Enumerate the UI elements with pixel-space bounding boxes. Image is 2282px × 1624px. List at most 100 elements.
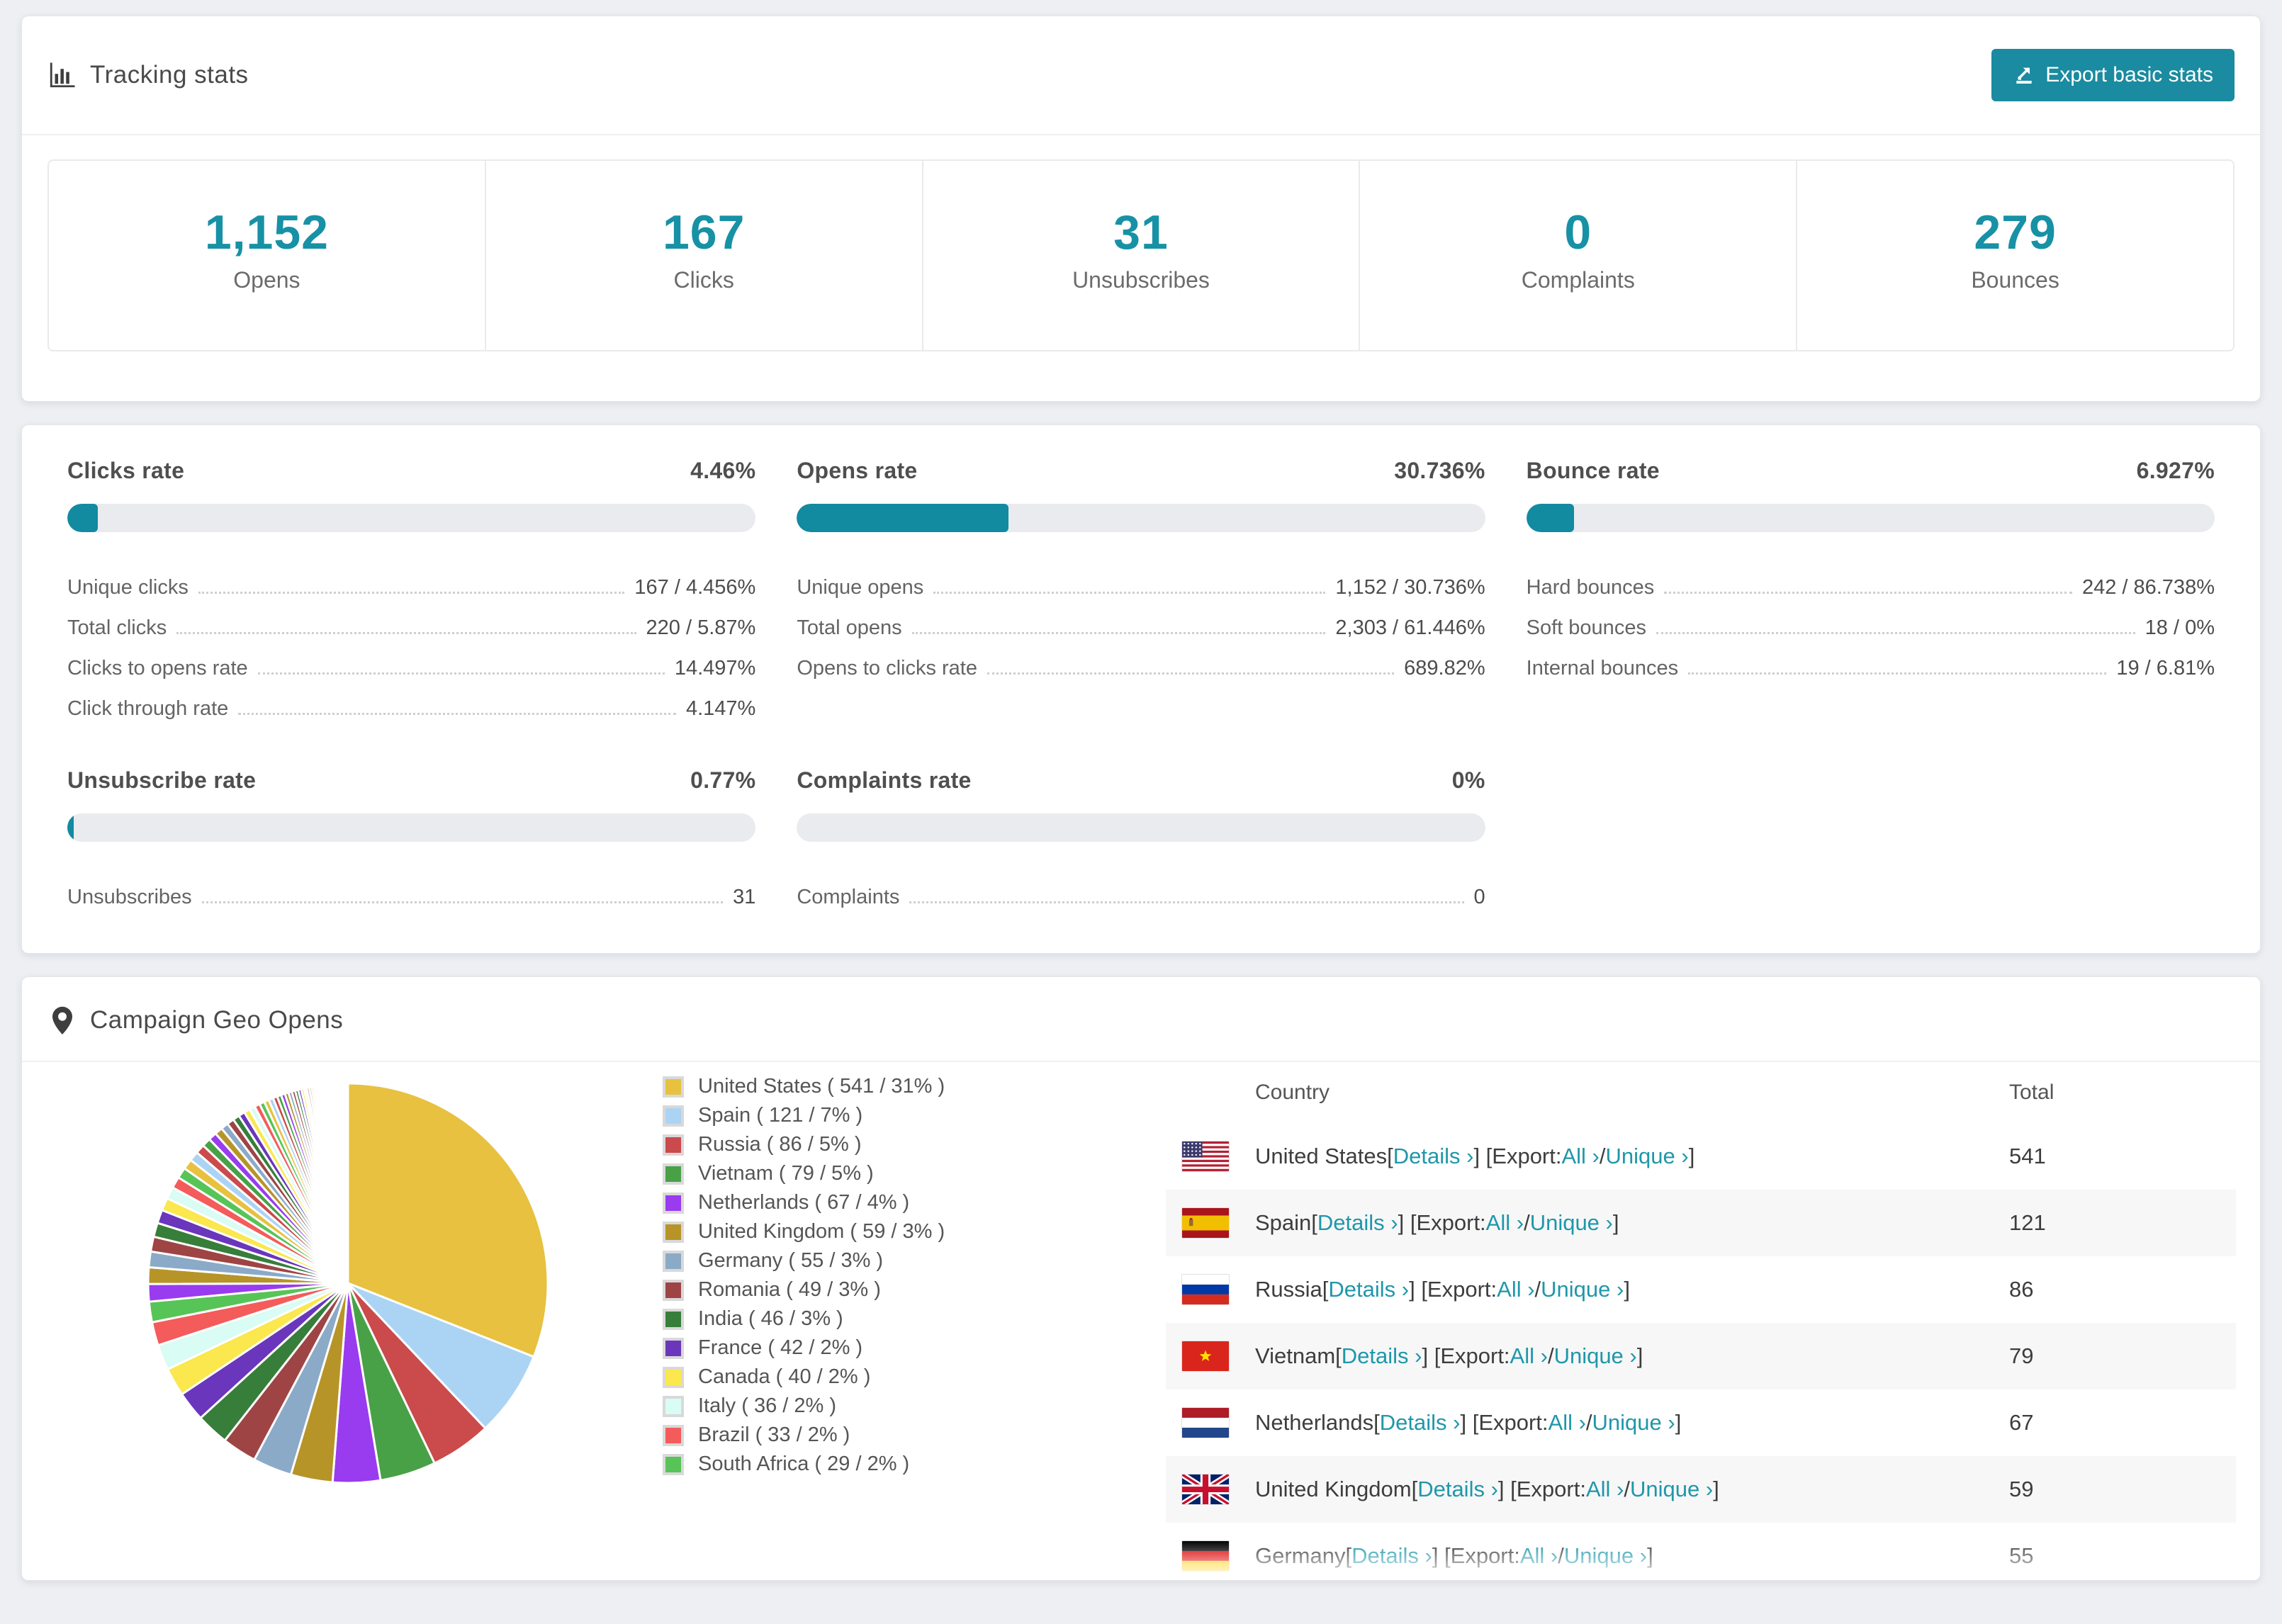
rate-title: Opens rate <box>797 458 918 483</box>
export-all-link[interactable]: All › <box>1486 1210 1524 1236</box>
progress-bar <box>67 504 756 532</box>
table-row: United Kingdom [Details ›] [Export: All … <box>1166 1456 2236 1523</box>
bracket: ] [Export: <box>1473 1144 1562 1168</box>
progress-bar <box>1526 504 2215 532</box>
metric-label: Complaints <box>797 886 900 908</box>
metric-label: Unsubscribes <box>67 886 192 908</box>
stat-box-clicks: 167 Clicks <box>484 161 922 350</box>
legend-item[interactable]: Romania ( 49 / 3% ) <box>663 1275 1159 1304</box>
pie-chart-svg[interactable] <box>135 1071 561 1496</box>
country-name: Vietnam <box>1255 1343 1336 1368</box>
metric-row: Complaints 0 <box>797 869 1485 909</box>
bracket: ] <box>1636 1343 1643 1368</box>
country-name: United States <box>1255 1144 1388 1168</box>
rate-header: Opens rate 30.736% <box>797 458 1485 484</box>
country-name: Spain <box>1255 1210 1312 1235</box>
export-unique-link[interactable]: Unique › <box>1592 1410 1675 1436</box>
legend-item[interactable]: Vietnam ( 79 / 5% ) <box>663 1159 1159 1188</box>
rates-grid: Clicks rate 4.46% Unique clicks 167 / 4.456… <box>22 425 2260 953</box>
geo-pie-chart[interactable] <box>46 1062 663 1580</box>
details-link[interactable]: Details › <box>1328 1277 1409 1302</box>
table-header-row: Country Total <box>1166 1062 2236 1123</box>
rate-metrics: Unique clicks 167 / 4.456% Total clicks 220… <box>67 559 755 721</box>
export-all-link[interactable]: All › <box>1520 1543 1558 1569</box>
export-all-link[interactable]: All › <box>1561 1144 1599 1169</box>
pie-slice-other-83[interactable] <box>346 1082 349 1285</box>
export-unique-link[interactable]: Unique › <box>1541 1277 1624 1302</box>
rate-title: Unsubscribe rate <box>67 767 257 793</box>
metric-value: 19 / 6.81% <box>2116 657 2215 680</box>
metric-row: Soft bounces 18 / 0% <box>1527 599 2215 640</box>
export-icon <box>2016 67 2032 84</box>
legend-swatch <box>663 1279 684 1301</box>
export-all-link[interactable]: All › <box>1510 1343 1548 1369</box>
export-unique-link[interactable]: Unique › <box>1606 1144 1689 1169</box>
cell-total: 79 <box>2009 1343 2034 1368</box>
export-all-link[interactable]: All › <box>1586 1477 1624 1502</box>
legend-swatch <box>663 1395 684 1417</box>
legend-item[interactable]: Russia ( 86 / 5% ) <box>663 1130 1159 1159</box>
legend-label: South Africa ( 29 / 2% ) <box>698 1453 910 1475</box>
legend-label: Spain ( 121 / 7% ) <box>698 1104 863 1127</box>
details-link[interactable]: Details › <box>1393 1144 1474 1169</box>
legend-item[interactable]: United Kingdom ( 59 / 3% ) <box>663 1217 1159 1246</box>
column-header-country: Country <box>1255 1081 1330 1104</box>
dotted-leader <box>201 901 724 903</box>
slash-separator: / <box>1534 1277 1541 1302</box>
progress-bar <box>797 813 1485 842</box>
cell-country: Spain [Details ›] [Export: All › / Uniqu… <box>1166 1207 2009 1239</box>
metric-label: Unique opens <box>797 576 924 599</box>
legend-item[interactable]: Italy ( 36 / 2% ) <box>663 1392 1159 1421</box>
export-all-link[interactable]: All › <box>1548 1410 1586 1436</box>
metric-row: Internal bounces 19 / 6.81% <box>1527 640 2215 680</box>
slash-separator: / <box>1547 1343 1554 1368</box>
export-unique-link[interactable]: Unique › <box>1554 1343 1637 1369</box>
metric-value: 14.497% <box>674 657 756 680</box>
legend-item[interactable]: France ( 42 / 2% ) <box>663 1333 1159 1363</box>
legend-item[interactable]: Spain ( 121 / 7% ) <box>663 1101 1159 1130</box>
legend-swatch <box>663 1076 684 1098</box>
progress-bar-fill <box>1526 504 1574 532</box>
metric-value: 242 / 86.738% <box>2081 576 2215 599</box>
legend-item[interactable]: Germany ( 55 / 3% ) <box>663 1246 1159 1275</box>
cell-country: Germany [Details ›] [Export: All › / Uni… <box>1166 1540 2009 1572</box>
legend-item[interactable]: South Africa ( 29 / 2% ) <box>663 1450 1159 1479</box>
metric-label: Opens to clicks rate <box>797 657 977 680</box>
legend-item[interactable]: Canada ( 40 / 2% ) <box>663 1363 1159 1392</box>
dotted-leader <box>909 901 1464 903</box>
rate-header: Bounce rate 6.927% <box>1527 458 2215 484</box>
metric-label: Unique clicks <box>67 576 189 599</box>
metric-value: 0 <box>1473 886 1485 908</box>
details-link[interactable]: Details › <box>1317 1210 1398 1236</box>
country-name: Russia <box>1255 1277 1322 1302</box>
metric-label: Total opens <box>797 616 902 639</box>
us-flag-icon <box>1181 1141 1230 1172</box>
legend-item[interactable]: India ( 46 / 3% ) <box>663 1304 1159 1333</box>
export-button-label: Export basic stats <box>2045 63 2213 86</box>
legend-swatch <box>663 1250 684 1272</box>
legend-item[interactable]: United States ( 541 / 31% ) <box>663 1072 1159 1101</box>
rate-title: Clicks rate <box>67 458 185 483</box>
dotted-leader <box>1656 632 2135 634</box>
cell-country: United States [Details ›] [Export: All ›… <box>1166 1141 2009 1172</box>
export-all-link[interactable]: All › <box>1497 1277 1534 1302</box>
metric-value: 2,303 / 61.446% <box>1335 616 1485 639</box>
export-unique-link[interactable]: Unique › <box>1564 1543 1647 1569</box>
bracket: [ <box>1387 1144 1393 1168</box>
cell-country: United Kingdom [Details ›] [Export: All … <box>1166 1474 2009 1505</box>
metric-label: Internal bounces <box>1526 657 1679 680</box>
export-unique-link[interactable]: Unique › <box>1630 1477 1713 1502</box>
metric-row: Hard bounces 242 / 86.738% <box>1527 559 2215 599</box>
export-unique-link[interactable]: Unique › <box>1530 1210 1613 1236</box>
details-link[interactable]: Details › <box>1380 1410 1461 1436</box>
details-link[interactable]: Details › <box>1417 1477 1498 1502</box>
column-header-total: Total <box>2009 1081 2055 1104</box>
metric-row: Unique clicks 167 / 4.456% <box>67 559 755 599</box>
export-basic-stats-button[interactable]: Export basic stats <box>1991 49 2235 101</box>
details-link[interactable]: Details › <box>1351 1543 1432 1569</box>
details-link[interactable]: Details › <box>1342 1343 1422 1369</box>
legend-item[interactable]: Brazil ( 33 / 2% ) <box>663 1421 1159 1450</box>
legend-label: Vietnam ( 79 / 5% ) <box>698 1162 874 1185</box>
legend-item[interactable]: Netherlands ( 67 / 4% ) <box>663 1188 1159 1217</box>
legend-label: France ( 42 / 2% ) <box>698 1336 863 1359</box>
